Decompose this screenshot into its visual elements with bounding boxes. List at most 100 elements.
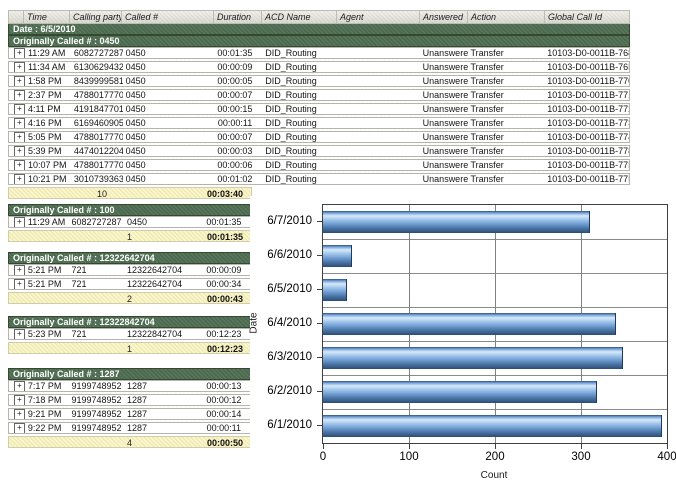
cell-called: 0450 [123,48,215,58]
cell-agent [337,90,420,100]
expand-icon[interactable]: + [14,409,25,419]
cell-action: Transfer [468,146,545,156]
cell-calling-party: 4788017770 [71,132,123,142]
cell-time: 10:07 PM [25,160,71,170]
expand-cell: + [9,279,25,289]
cell-agent [337,146,420,156]
column-header-answered[interactable]: Answered [420,10,468,24]
cell-agent [337,76,420,86]
y-tick-label: 6/6/2010 [250,248,312,262]
cell-calling-party: 6082727287 [71,48,123,58]
expand-cell: + [9,90,25,100]
expand-icon[interactable]: + [14,217,25,227]
summary-total-duration: 00:01:35 [207,232,243,242]
expand-icon[interactable]: + [14,118,25,128]
group-rows: + 5:21 PM 721 12322642704 00:00:09 + 5:2… [8,264,252,290]
expand-icon[interactable]: + [14,381,25,391]
column-header-action[interactable]: Action [468,10,545,24]
call-report-page: TimeCalling party #Called #DurationACD N… [0,0,676,485]
expand-icon[interactable]: + [14,174,25,184]
table-row: + 7:17 PM 9199748952 1287 00:00:13 [8,380,252,392]
summary-count: 2 [127,294,132,304]
expand-icon[interactable]: + [14,329,25,339]
expand-icon[interactable]: + [14,90,25,100]
cell-calling-party: 4788017770 [71,90,123,100]
cell-called: 0450 [123,174,215,184]
column-header-agent[interactable]: Agent [337,10,420,24]
chart-bar [323,347,623,369]
expand-icon[interactable]: + [14,265,25,275]
cell-calling-party: 8439999581 [71,76,123,86]
expand-cell: + [9,409,25,419]
cell-action: Transfer [468,48,545,58]
cell-answered: Unanswered [420,146,468,156]
summary-total-duration: 00:12:23 [207,344,243,354]
expand-cell: + [9,423,25,433]
cell-answered: Unanswered [420,174,468,184]
cell-calling-party: 721 [69,265,125,275]
expand-icon[interactable]: + [14,48,25,58]
cell-action: Transfer [468,160,545,170]
expand-cell: + [9,48,25,58]
cell-calling-party: 4474012204 [71,146,123,156]
table-row: + 11:29 AM 6082727287 0450 00:01:35 [8,216,252,228]
summary-row: 4 00:00:50 [8,436,252,448]
expand-cell: + [9,217,25,227]
cell-duration: 00:00:13 [203,381,251,391]
cell-answered: Unanswered [420,62,468,72]
expand-icon[interactable]: + [14,160,25,170]
summary-total-duration: 00:00:43 [207,294,243,304]
cell-global-call-id: 10103-D0-0011B-773 [544,118,629,128]
cell-acd-name: DID_Routing [262,146,337,156]
cell-duration: 00:00:07 [214,132,262,142]
cell-acd-name: DID_Routing [262,62,337,72]
cell-time: 7:17 PM [25,381,69,391]
cell-called: 12322642704 [124,279,203,289]
column-header-expand[interactable] [8,10,24,24]
cell-calling-party: 9199748952 [69,395,125,405]
expand-icon[interactable]: + [14,76,25,86]
expand-icon[interactable]: + [14,146,25,156]
cell-duration: 00:00:05 [214,76,262,86]
column-header-time[interactable]: Time [24,10,70,24]
expand-icon[interactable]: + [14,104,25,114]
expand-icon[interactable]: + [14,423,25,433]
chart-bar [323,245,352,267]
group-header-main: Originally Called # : 0450 [8,35,630,47]
y-tick-mark [317,323,322,324]
expand-icon[interactable]: + [14,395,25,405]
expand-cell: + [9,76,25,86]
table-row: + 4:11 PM 4191847701 0450 00:00:15 DID_R… [8,103,630,115]
column-header-duration[interactable]: Duration [214,10,262,24]
y-tick-label: 6/7/2010 [250,214,312,228]
summary-row-main: 10 00:03:40 [8,187,252,199]
date-group-header: Date : 6/5/2010 [8,23,630,35]
cell-duration: 00:00:15 [214,104,262,114]
cell-duration: 00:00:06 [214,160,262,170]
cell-global-call-id: 10103-D0-0011B-772 [544,104,629,114]
cell-called: 0450 [123,132,215,142]
expand-icon[interactable]: + [14,62,25,72]
cell-calling-party: 4788017770 [71,160,123,170]
column-header-called-[interactable]: Called # [122,10,214,24]
cell-action: Transfer [468,90,545,100]
cell-acd-name: DID_Routing [262,90,337,100]
cell-global-call-id: 10103-D0-0011B-76F [544,62,629,72]
call-report-table: TimeCalling party #Called #DurationACD N… [8,10,630,199]
table-row: + 9:21 PM 9199748952 1287 00:00:14 [8,408,252,420]
originally-called-group: Originally Called # : 12322842704 + 5:23… [8,316,252,354]
column-header-global-call-id[interactable]: Global Call Id [545,10,630,24]
expand-icon[interactable]: + [14,132,25,142]
column-header-acd-name[interactable]: ACD Name [262,10,337,24]
table-row: + 5:39 PM 4474012204 0450 00:00:03 DID_R… [8,145,630,157]
y-tick-mark [317,221,322,222]
expand-icon[interactable]: + [14,279,25,289]
y-tick-label: 6/1/2010 [250,418,312,432]
cell-acd-name: DID_Routing [262,132,337,142]
expand-cell: + [9,395,25,405]
originally-called-group: Originally Called # : 1287 + 7:17 PM 919… [8,368,252,448]
cell-duration: 00:00:34 [203,279,251,289]
expand-cell: + [9,118,25,128]
summary-row: 2 00:00:43 [8,292,252,304]
column-header-calling-party-[interactable]: Calling party # [70,10,122,24]
